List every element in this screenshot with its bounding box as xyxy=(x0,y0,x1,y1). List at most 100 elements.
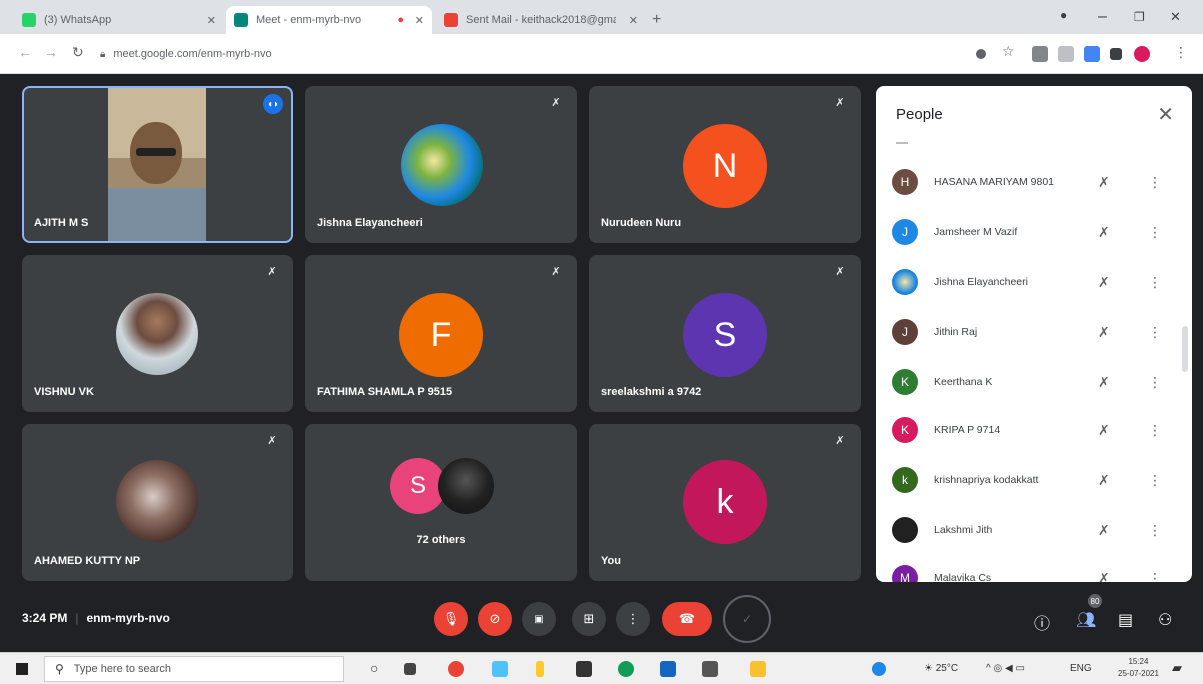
extension-icon[interactable] xyxy=(1032,46,1048,62)
people-list-item[interactable]: K KRIPA P 9714 ✗ ⋮ xyxy=(892,410,1172,450)
more-options-icon[interactable]: ⋮ xyxy=(1148,472,1162,489)
extension-ring-button[interactable]: ✓ xyxy=(723,595,771,643)
people-list-item[interactable]: J Jamsheer M Vazif ✗ ⋮ xyxy=(892,212,1172,252)
more-options-icon[interactable]: ⋮ xyxy=(1148,274,1162,291)
task-view-icon[interactable] xyxy=(404,663,416,675)
notifications-icon[interactable]: ▰ xyxy=(1172,660,1182,676)
tab-gmail[interactable]: Sent Mail - keithack2018@gmail.c ✕ xyxy=(436,6,646,34)
more-options-icon[interactable]: ⋮ xyxy=(1148,374,1162,391)
mic-off-icon[interactable]: ✗ xyxy=(1098,472,1110,489)
extension-icon[interactable] xyxy=(1084,46,1100,62)
close-window-icon[interactable]: ✕ xyxy=(1170,9,1181,25)
people-list-item[interactable]: M Malavika Cs ✗ ⋮ xyxy=(892,558,1172,582)
mic-off-icon[interactable]: ✗ xyxy=(1098,374,1110,391)
forward-icon[interactable]: → xyxy=(44,44,58,60)
participant-tile[interactable]: ✗ AHAMED KUTTY NP xyxy=(22,424,293,581)
edge-icon[interactable] xyxy=(618,661,634,677)
mic-off-icon: ✗ xyxy=(267,266,277,278)
meeting-details-icon[interactable]: ⓘ xyxy=(1034,610,1050,634)
close-panel-icon[interactable]: ✕ xyxy=(1157,102,1174,127)
self-tile[interactable]: ✗ k You xyxy=(589,424,861,581)
people-list-item[interactable]: Jishna Elayancheeri ✗ ⋮ xyxy=(892,262,1172,302)
more-options-icon[interactable]: ⋮ xyxy=(1148,174,1162,191)
people-list-item[interactable]: J Jithin Raj ✗ ⋮ xyxy=(892,312,1172,352)
windows-taskbar: ⚲ Type here to search ○ ☀ 25°C ^ ◎ ◀ ▭ E… xyxy=(0,652,1203,684)
present-screen-icon: ⊞ xyxy=(583,611,595,626)
participant-name: AJITH M S xyxy=(34,217,89,229)
menu-icon[interactable]: ⋮ xyxy=(1174,44,1188,61)
minimize-icon[interactable]: – xyxy=(1098,8,1107,26)
avatar[interactable] xyxy=(1134,46,1150,62)
people-list-item[interactable]: K Keerthana K ✗ ⋮ xyxy=(892,362,1172,402)
people-list-item[interactable]: k krishnapriya kodakkatt ✗ ⋮ xyxy=(892,460,1172,500)
taskbar-search[interactable]: ⚲ Type here to search xyxy=(44,656,344,682)
store-icon[interactable] xyxy=(576,661,592,677)
others-tile[interactable]: S 72 others xyxy=(305,424,577,581)
participant-tile[interactable]: ✗ F FATHIMA SHAMLA P 9515 xyxy=(305,255,577,412)
profile-dot-icon[interactable]: ● xyxy=(1060,8,1067,22)
mic-off-icon[interactable]: ✗ xyxy=(1098,274,1110,291)
tray-app-icon[interactable] xyxy=(872,662,886,676)
puzzle-icon[interactable] xyxy=(1110,48,1122,60)
new-tab-icon[interactable]: + xyxy=(652,11,661,29)
camera-toggle-button[interactable]: ⊘ xyxy=(478,602,512,636)
camera-icon[interactable] xyxy=(976,49,986,59)
mic-toggle-button[interactable]: 🎙︎ xyxy=(434,602,468,636)
more-options-icon[interactable]: ⋮ xyxy=(1148,570,1162,583)
restore-icon[interactable]: ❐ xyxy=(1134,10,1145,24)
more-options-icon[interactable]: ⋮ xyxy=(1148,324,1162,341)
mic-off-icon[interactable]: ✗ xyxy=(1098,522,1110,539)
more-options-icon[interactable]: ⋮ xyxy=(1148,224,1162,241)
tab-meet[interactable]: Meet - enm-myrb-nvo ● ✕ xyxy=(226,6,432,34)
taskbar-clock[interactable]: 15:24 25-07-2021 xyxy=(1118,656,1159,680)
chat-icon[interactable]: ▤ xyxy=(1118,610,1133,630)
present-button[interactable]: ⊞ xyxy=(572,602,606,636)
mic-off-icon[interactable]: ✗ xyxy=(1098,570,1110,583)
language-indicator[interactable]: ENG xyxy=(1070,663,1092,674)
tab-whatsapp[interactable]: (3) WhatsApp ✕ xyxy=(14,6,224,34)
back-icon[interactable]: ← xyxy=(18,44,32,60)
participant-tile[interactable]: ✗ S sreelakshmi a 9742 xyxy=(589,255,861,412)
search-icon: ⚲ xyxy=(55,662,64,676)
chrome-icon[interactable] xyxy=(448,661,464,677)
participant-tile[interactable]: ✗ VISHNU VK xyxy=(22,255,293,412)
meet-icon xyxy=(234,13,248,27)
address-bar[interactable]: 🔒︎ meet.google.com/enm-myrb-nvo xyxy=(100,42,960,66)
file-explorer-icon[interactable] xyxy=(750,661,766,677)
captions-button[interactable]: ▣ xyxy=(522,602,556,636)
person-name: krishnapriya kodakkatt xyxy=(934,474,1039,486)
divider xyxy=(896,142,908,144)
more-options-button[interactable]: ⋮ xyxy=(616,602,650,636)
cortana-icon[interactable]: ○ xyxy=(370,660,378,676)
battery-icon: ▭ xyxy=(1015,663,1025,674)
app-icon[interactable] xyxy=(536,661,544,677)
bookmark-star-icon[interactable]: ☆ xyxy=(1002,43,1015,60)
close-tab-icon[interactable]: ✕ xyxy=(207,14,216,27)
extension-icon[interactable] xyxy=(1058,46,1074,62)
participant-video xyxy=(108,88,206,241)
tray-icons[interactable]: ^ ◎ ◀ ▭ xyxy=(986,663,1025,674)
app-icon[interactable] xyxy=(492,661,508,677)
activities-icon[interactable]: ⚇ xyxy=(1158,610,1172,630)
people-icon[interactable]: 👥︎ xyxy=(1076,610,1096,630)
more-options-icon[interactable]: ⋮ xyxy=(1148,522,1162,539)
mail-icon[interactable] xyxy=(660,661,676,677)
more-options-icon[interactable]: ⋮ xyxy=(1148,422,1162,439)
windows-start-icon[interactable] xyxy=(16,663,28,675)
close-tab-icon[interactable]: ✕ xyxy=(629,14,638,27)
reload-icon[interactable]: ↻ xyxy=(72,44,84,61)
close-tab-icon[interactable]: ✕ xyxy=(415,14,424,27)
leave-call-button[interactable]: ☎︎ xyxy=(662,602,712,636)
mic-off-icon[interactable]: ✗ xyxy=(1098,174,1110,191)
participant-tile[interactable]: ◖◗ AJITH M S xyxy=(22,86,293,243)
scrollbar[interactable] xyxy=(1182,326,1188,372)
people-list-item[interactable]: Lakshmi Jith ✗ ⋮ xyxy=(892,510,1172,550)
weather-tray[interactable]: ☀ 25°C xyxy=(924,663,958,674)
participant-tile[interactable]: ✗ N Nurudeen Nuru xyxy=(589,86,861,243)
mic-off-icon[interactable]: ✗ xyxy=(1098,224,1110,241)
participant-tile[interactable]: ✗ Jishna Elayancheeri xyxy=(305,86,577,243)
app-icon[interactable] xyxy=(702,661,718,677)
mic-off-icon[interactable]: ✗ xyxy=(1098,422,1110,439)
mic-off-icon[interactable]: ✗ xyxy=(1098,324,1110,341)
people-list-item[interactable]: H HASANA MARIYAM 9801 ✗ ⋮ xyxy=(892,162,1172,202)
